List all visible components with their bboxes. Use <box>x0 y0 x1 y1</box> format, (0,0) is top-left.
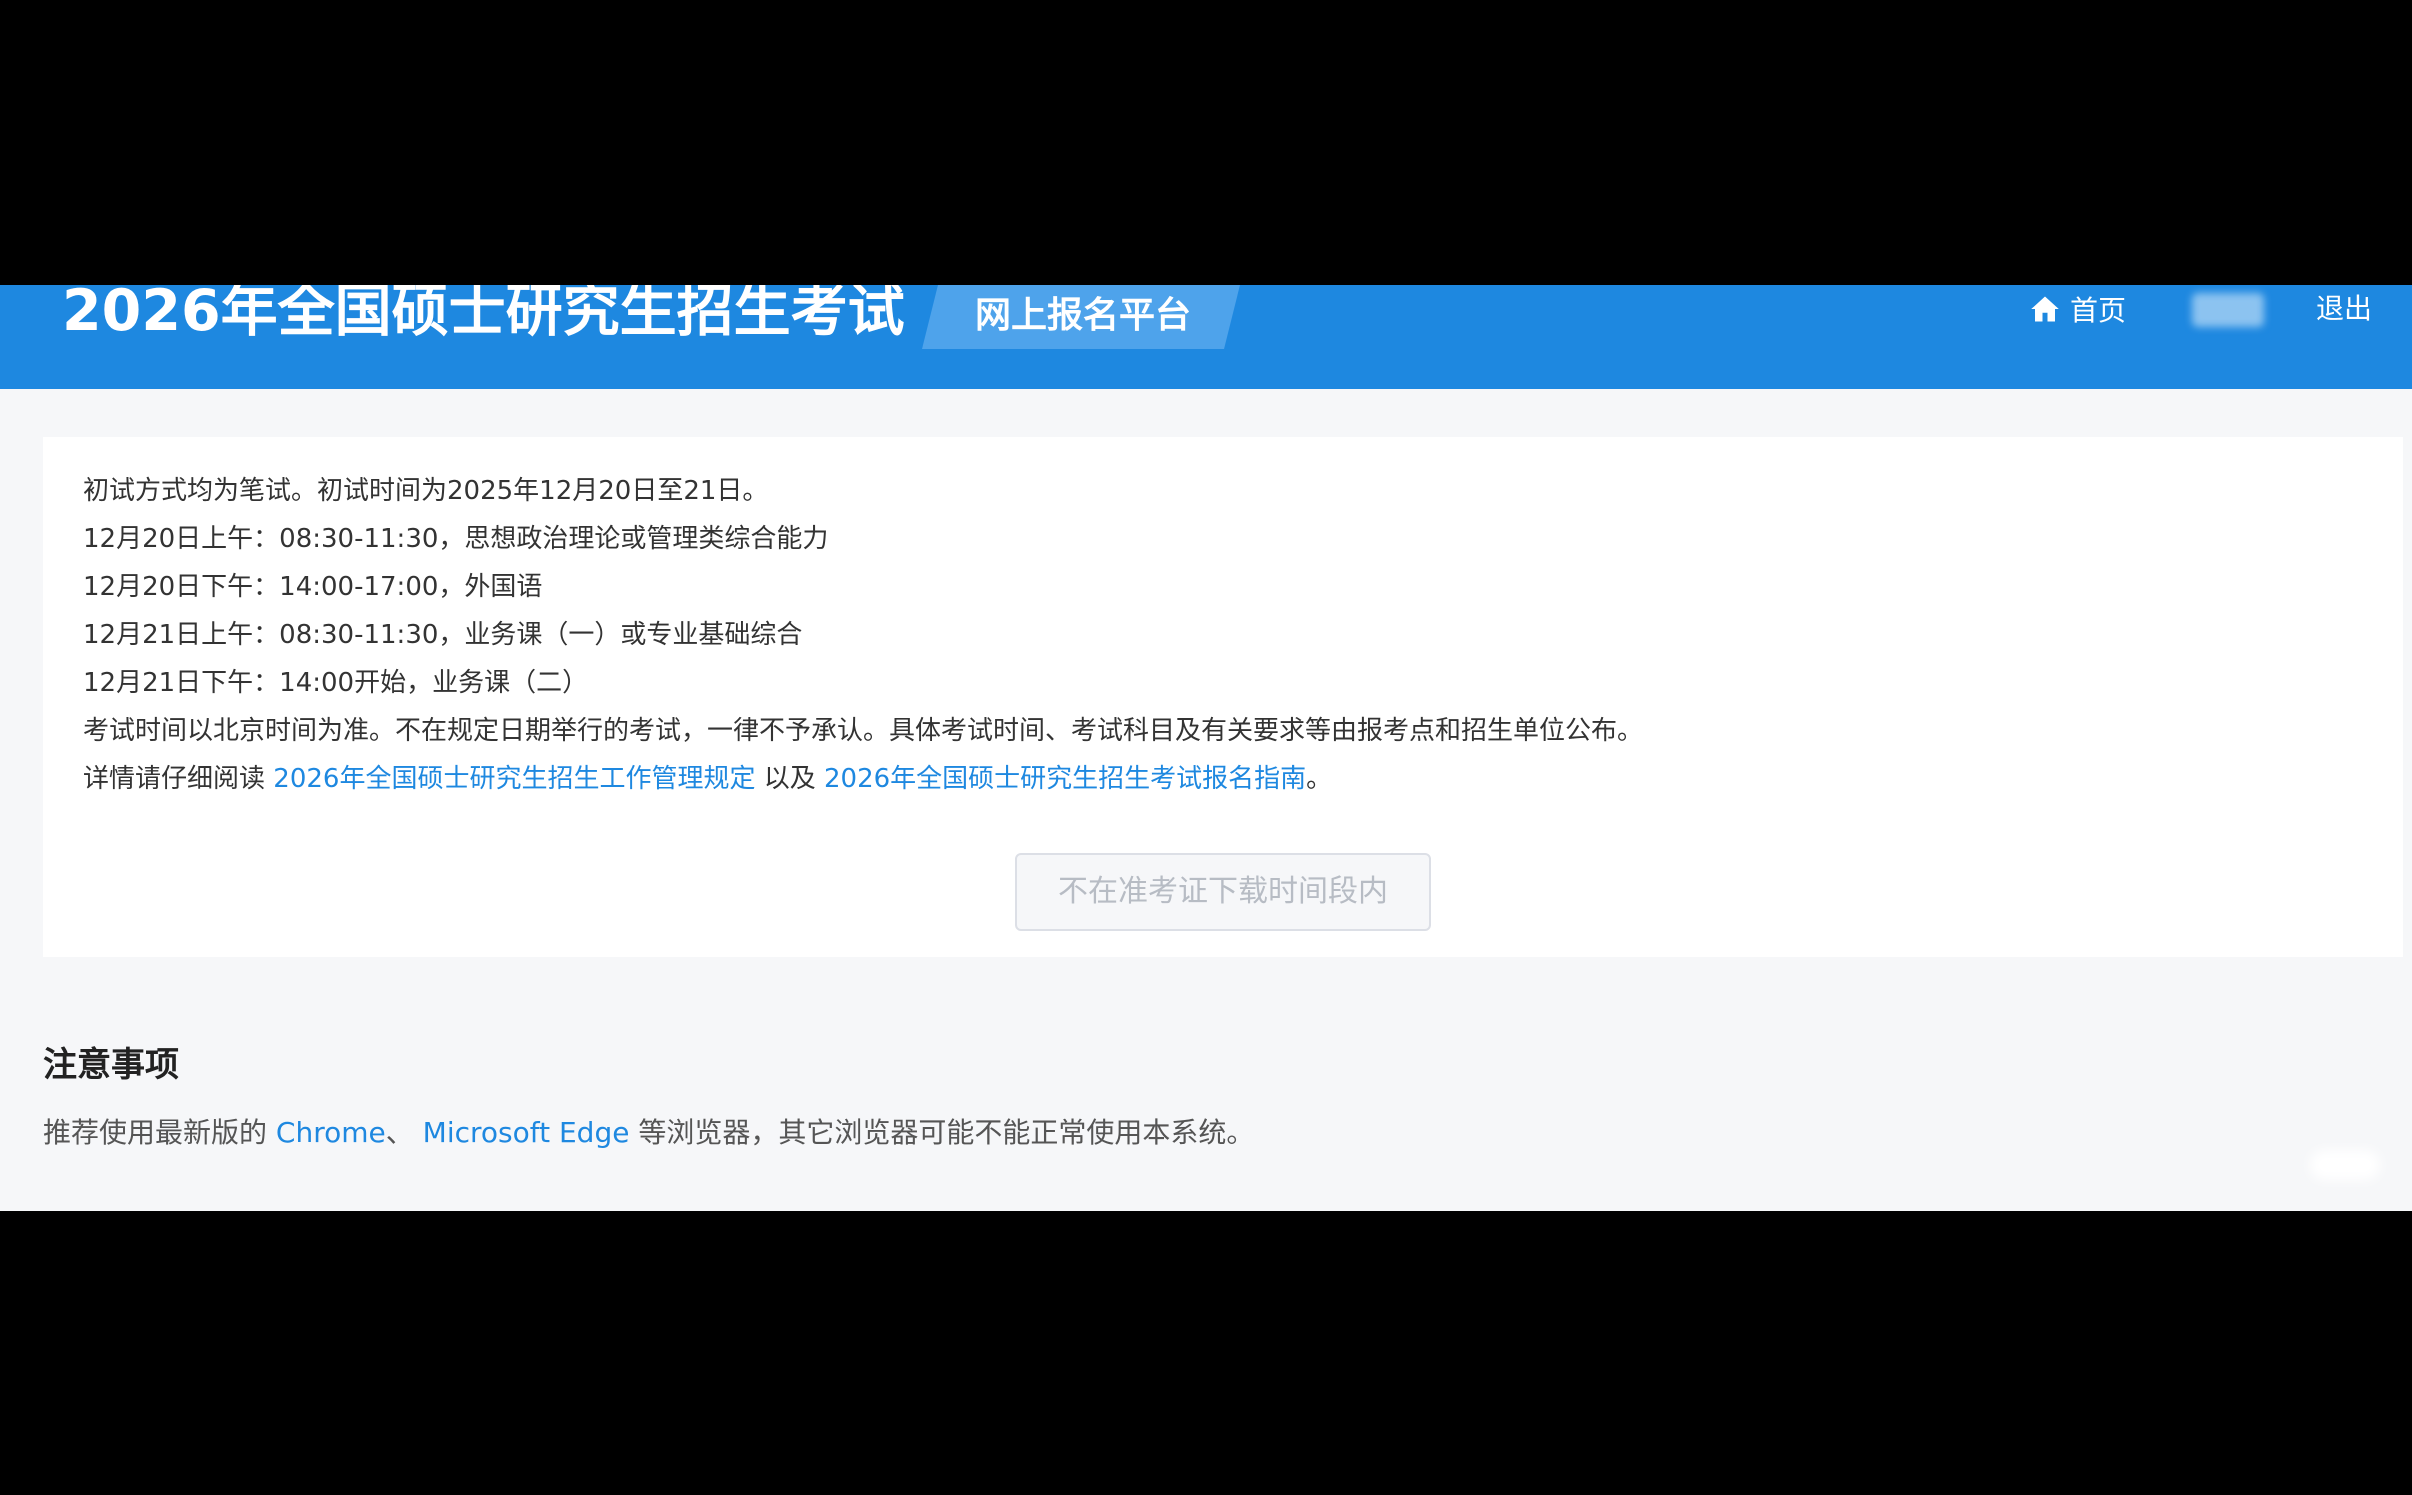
exam-info-card: 初试方式均为笔试。初试时间为2025年12月20日至21日。 12月20日上午：… <box>43 437 2403 957</box>
exam-info-line: 12月21日下午：14:00开始，业务课（二） <box>83 668 589 698</box>
logout-link[interactable]: 退出 <box>2316 289 2372 329</box>
details-line: 详情请仔细阅读 2026年全国硕士研究生招生工作管理规定 以及 2026年全国硕… <box>83 755 2383 803</box>
exam-info-line: 考试时间以北京时间为准。不在规定日期举行的考试，一律不予承认。具体考试时间、考试… <box>83 716 1644 746</box>
exam-info-line: 12月20日下午：14:00-17:00，外国语 <box>83 572 543 602</box>
floating-widget-blur <box>2310 1150 2380 1180</box>
site-title: 2026年全国硕士研究生招生考试 <box>62 285 905 344</box>
chrome-link[interactable]: Chrome <box>276 1116 386 1149</box>
top-header-bar: 2026年全国硕士研究生招生考试 网上报名平台 首页 退出 <box>0 285 2412 389</box>
regulations-link[interactable]: 2026年全国硕士研究生招生工作管理规定 <box>273 764 755 794</box>
browser-viewport: 2026年全国硕士研究生招生考试 网上报名平台 首页 退出 初试方式均为笔试。初… <box>0 285 2412 1211</box>
platform-label: 网上报名平台 <box>975 295 1192 336</box>
nav-home-label: 首页 <box>2070 294 2127 327</box>
notice-separator: 、 <box>385 1116 414 1149</box>
admission-ticket-download-button[interactable]: 不在准考证下载时间段内 <box>1015 853 1431 931</box>
exam-info-line: 12月20日上午：08:30-11:30，思想政治理论或管理类综合能力 <box>83 524 829 554</box>
notice-text: 推荐使用最新版的 Chrome、 Microsoft Edge 等浏览器，其它浏… <box>43 1111 1254 1151</box>
notice-prefix: 推荐使用最新版的 <box>43 1116 268 1149</box>
details-connector: 以及 <box>763 764 816 794</box>
nav-home-link[interactable]: 首页 <box>2030 289 2126 329</box>
user-name-redacted <box>2192 293 2264 327</box>
notice-suffix: 等浏览器，其它浏览器可能不能正常使用本系统。 <box>638 1116 1255 1149</box>
home-icon <box>2031 296 2059 322</box>
edge-link[interactable]: Microsoft Edge <box>423 1116 630 1149</box>
exam-info-line: 初试方式均为笔试。初试时间为2025年12月20日至21日。 <box>83 476 769 506</box>
details-suffix: 。 <box>1306 764 1333 794</box>
notice-heading: 注意事项 <box>43 1045 179 1085</box>
exam-info-text: 初试方式均为笔试。初试时间为2025年12月20日至21日。 12月20日上午：… <box>83 467 2383 803</box>
registration-guide-link[interactable]: 2026年全国硕士研究生招生考试报名指南 <box>824 764 1306 794</box>
exam-info-line: 12月21日上午：08:30-11:30，业务课（一）或专业基础综合 <box>83 620 803 650</box>
details-prefix: 详情请仔细阅读 <box>83 764 266 794</box>
